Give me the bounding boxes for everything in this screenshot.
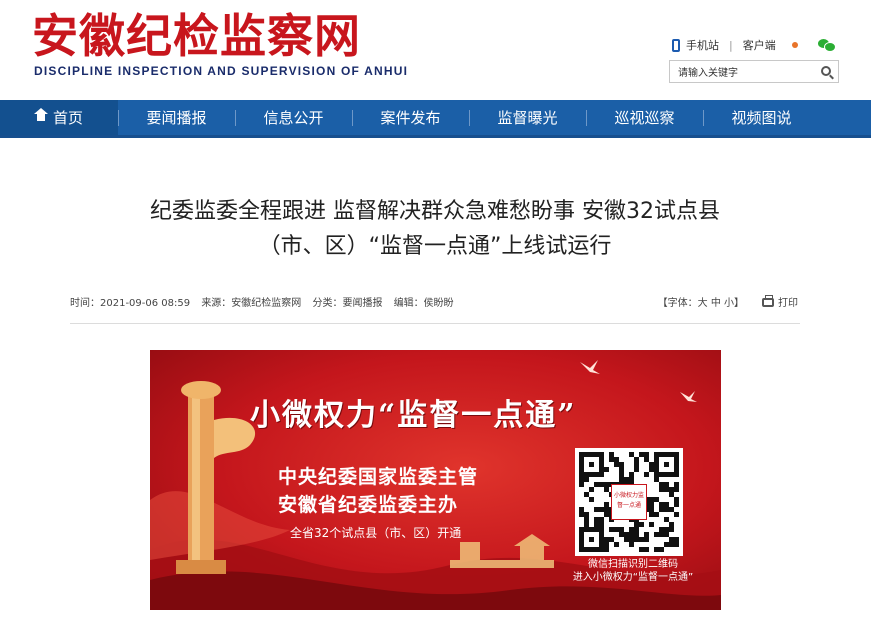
top-links: 手机站 | 客户端 — [672, 37, 836, 53]
banner-line-3: 全省32个试点县（市、区）开通 — [290, 526, 462, 540]
nav-item-video[interactable]: 视频图说 — [703, 100, 820, 135]
article-category: 分类：要闻播报 — [312, 298, 383, 309]
article-title: 纪委监委全程跟进 监督解决群众急难愁盼事 安徽32试点县 （市、区）“监督一点通… — [90, 194, 780, 264]
meta-divider — [70, 323, 800, 324]
mobile-phone-icon — [672, 38, 680, 52]
article-title-line2: （市、区）“监督一点通”上线试运行 — [258, 234, 612, 259]
nav-item-label: 案件发布 — [380, 109, 441, 127]
qr-module — [674, 547, 679, 552]
nav-item-disclosure[interactable]: 信息公开 — [235, 100, 352, 135]
qr-caption: 微信扫描识别二维码 进入小微权力“监督一点通” — [558, 558, 708, 584]
banner-line-2: 安徽省纪委监委主办 — [278, 494, 459, 516]
search-icon[interactable] — [821, 66, 831, 76]
nav-item-exposure[interactable]: 监督曝光 — [469, 100, 586, 135]
article-meta: 时间：2021-09-06 08:59 来源：安徽纪检监察网 分类：要闻播报 编… — [70, 294, 800, 314]
printer-icon — [762, 295, 774, 307]
nav-item-label: 信息公开 — [263, 109, 324, 127]
banner-line-1: 中央纪委国家监委主管 — [278, 466, 479, 488]
article-source: 来源：安徽纪检监察网 — [201, 298, 302, 309]
nav-item-label: 巡视巡察 — [614, 109, 675, 127]
nav-item-label: 视频图说 — [731, 109, 792, 127]
wechat-icon[interactable] — [817, 39, 836, 52]
qr-code: 小微权力监督一点通 — [575, 448, 683, 556]
nav-item-label: 监督曝光 — [497, 109, 558, 127]
divider: | — [729, 38, 733, 52]
font-size-control[interactable]: 【字体：大 中 小】 — [658, 294, 744, 309]
mobile-site-link[interactable]: 手机站 — [686, 37, 719, 53]
site-logo[interactable]: 安徽纪检监察网 — [32, 8, 361, 64]
home-icon — [33, 107, 48, 124]
print-button[interactable]: 打印 — [762, 294, 798, 309]
site-header: 安徽纪检监察网 DISCIPLINE INSPECTION AND SUPERV… — [0, 0, 871, 100]
article-editor: 编辑：侯盼盼 — [393, 298, 454, 309]
banner-headline: 小微权力“监督一点通” — [250, 398, 577, 433]
weibo-icon[interactable] — [791, 42, 798, 48]
article-title-line1: 纪委监委全程跟进 监督解决群众急难愁盼事 安徽32试点县 — [150, 199, 720, 224]
client-app-link[interactable]: 客户端 — [743, 37, 776, 53]
qr-caption-line-2: 进入小微权力“监督一点通” — [572, 572, 694, 583]
search-input[interactable] — [670, 63, 810, 84]
article-banner-image: 小微权力“监督一点通” 中央纪委国家监委主管 安徽省纪委监委主办 全省32个试点… — [150, 350, 721, 610]
main-nav: 首页 要闻播报 信息公开 案件发布 监督曝光 巡视巡察 视频图说 — [0, 100, 871, 138]
nav-item-cases[interactable]: 案件发布 — [352, 100, 469, 135]
nav-item-label: 要闻播报 — [146, 109, 207, 127]
nav-item-inspection[interactable]: 巡视巡察 — [586, 100, 703, 135]
nav-item-home[interactable]: 首页 — [0, 100, 118, 135]
publish-time: 时间：2021-09-06 08:59 — [70, 298, 191, 309]
search-box — [669, 60, 839, 84]
qr-caption-line-1: 微信扫描识别二维码 — [588, 559, 678, 570]
nav-item-label: 首页 — [52, 109, 83, 127]
qr-center-label: 小微权力监督一点通 — [611, 484, 647, 520]
site-logo-english: DISCIPLINE INSPECTION AND SUPERVISION OF… — [34, 64, 409, 78]
print-label: 打印 — [778, 298, 798, 309]
nav-item-news[interactable]: 要闻播报 — [118, 100, 235, 135]
